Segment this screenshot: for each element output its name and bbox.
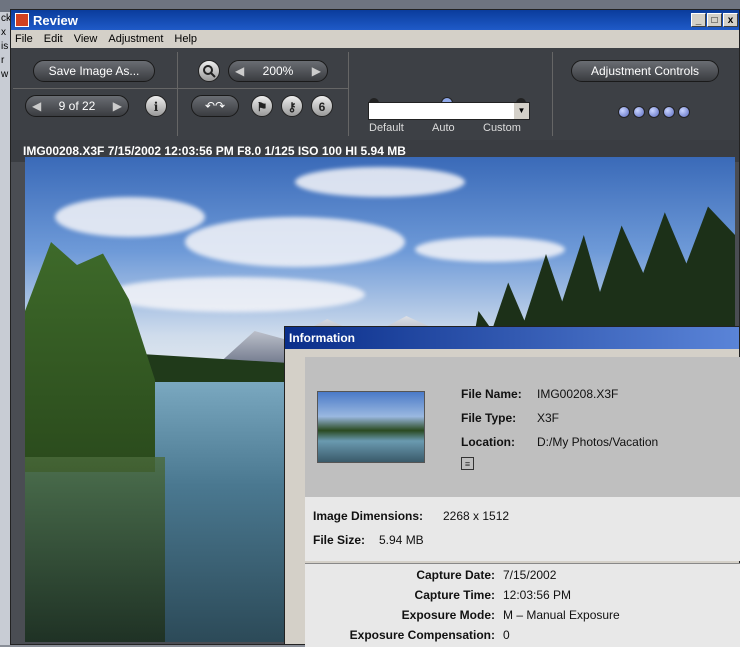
exposure-mode-value: M – Manual Exposure xyxy=(503,608,620,622)
slider-label-default: Default xyxy=(369,122,404,134)
toolbar-separator xyxy=(177,52,178,136)
location-value: D:/My Photos/Vacation xyxy=(537,435,659,449)
image-navigator: ◀ 9 of 22 ▶ xyxy=(25,95,129,117)
toolbar-separator xyxy=(348,52,349,136)
indicator-dot[interactable] xyxy=(633,106,645,118)
zoom-control: ◀ 200% ▶ xyxy=(228,60,328,82)
exposure-compensation-label: Exposure Compensation: xyxy=(349,628,495,642)
image-position: 9 of 22 xyxy=(58,99,96,113)
image-dimensions-section: Image Dimensions: 2268 x 1512 File Size:… xyxy=(305,497,740,561)
indicator-dot[interactable] xyxy=(678,106,690,118)
photo-cloud xyxy=(55,197,205,237)
indicator-dot[interactable] xyxy=(618,106,630,118)
file-name-value: IMG00208.X3F xyxy=(537,387,619,401)
lock-icon[interactable]: 6 xyxy=(311,95,333,117)
menu-edit[interactable]: Edit xyxy=(40,33,70,45)
indicator-dot[interactable] xyxy=(648,106,660,118)
capture-date-label: Capture Date: xyxy=(416,568,495,582)
app-icon xyxy=(15,13,29,27)
rotate-right-icon[interactable]: ↷ xyxy=(215,99,225,113)
slider-label-custom: Custom xyxy=(483,122,521,134)
file-type-value: X3F xyxy=(537,411,560,425)
file-info-section: File Name: IMG00208.X3F File Type: X3F L… xyxy=(305,357,740,497)
photo-cloud xyxy=(295,167,465,197)
file-size-value: 5.94 MB xyxy=(379,533,424,547)
close-button[interactable]: x xyxy=(723,13,738,27)
zoom-value: 200% xyxy=(262,64,294,78)
indicator-dot[interactable] xyxy=(663,106,675,118)
title-bar[interactable]: Review _ □ x xyxy=(11,10,739,30)
flag-icon[interactable]: ⚑ xyxy=(251,95,273,117)
file-name-label: File Name: xyxy=(461,387,522,401)
zoom-icon[interactable] xyxy=(198,60,220,82)
capture-time-label: Capture Time: xyxy=(414,588,495,602)
image-dimensions-value: 2268 x 1512 xyxy=(443,509,510,523)
menu-bar: File Edit View Adjustment Help xyxy=(11,30,739,48)
toolbar-separator xyxy=(552,52,553,136)
settings-dropdown[interactable]: ▼ xyxy=(368,102,530,120)
zoom-out-arrow-icon[interactable]: ◀ xyxy=(235,61,244,81)
menu-adjustment[interactable]: Adjustment xyxy=(104,33,170,45)
file-icon[interactable]: ≡ xyxy=(461,457,474,470)
file-size-label: File Size: xyxy=(313,533,366,547)
image-dimensions-label: Image Dimensions: xyxy=(313,509,424,523)
zoom-in-arrow-icon[interactable]: ▶ xyxy=(312,61,321,81)
adjustment-indicator-dots xyxy=(618,106,690,118)
capture-time-value: 12:03:56 PM xyxy=(503,588,572,602)
save-image-as-button[interactable]: Save Image As... xyxy=(33,60,155,82)
next-image-arrow-icon[interactable]: ▶ xyxy=(113,96,122,116)
menu-file[interactable]: File xyxy=(11,33,40,45)
rotate-group: ↶↷ xyxy=(191,95,239,117)
minimize-button[interactable]: _ xyxy=(691,13,706,27)
file-type-label: File Type: xyxy=(461,411,517,425)
adjustment-controls-button[interactable]: Adjustment Controls xyxy=(571,60,719,82)
photo-cloud xyxy=(105,277,365,312)
maximize-button[interactable]: □ xyxy=(707,13,722,27)
location-label: Location: xyxy=(461,435,515,449)
chevron-down-icon[interactable]: ▼ xyxy=(514,103,529,119)
toolbar: Save Image As... ◀ 200% ▶ ◀ 9 of 22 ▶ i … xyxy=(11,48,739,140)
capture-info-section: Capture Date: 7/15/2002 Capture Time: 12… xyxy=(305,563,740,647)
photo-cloud xyxy=(185,217,405,267)
window-title: Review xyxy=(33,12,78,28)
slider-label-auto: Auto xyxy=(432,122,455,134)
info-icon[interactable]: i xyxy=(145,95,167,117)
key-icon[interactable]: ⚷ xyxy=(281,95,303,117)
information-panel: Information File Name: IMG00208.X3F File… xyxy=(284,326,740,647)
information-title[interactable]: Information xyxy=(285,327,739,349)
previous-image-arrow-icon[interactable]: ◀ xyxy=(32,96,41,116)
image-thumbnail xyxy=(317,391,425,463)
capture-date-value: 7/15/2002 xyxy=(503,568,557,582)
photo-cloud xyxy=(415,237,565,262)
menu-help[interactable]: Help xyxy=(170,33,204,45)
toolbar-hseparator xyxy=(13,88,348,89)
menu-view[interactable]: View xyxy=(70,33,105,45)
window-controls: _ □ x xyxy=(691,13,738,27)
rotate-left-icon[interactable]: ↶ xyxy=(205,99,215,113)
exposure-mode-label: Exposure Mode: xyxy=(401,608,495,622)
exposure-compensation-value: 0 xyxy=(503,628,510,642)
photo-reflection xyxy=(25,457,165,642)
